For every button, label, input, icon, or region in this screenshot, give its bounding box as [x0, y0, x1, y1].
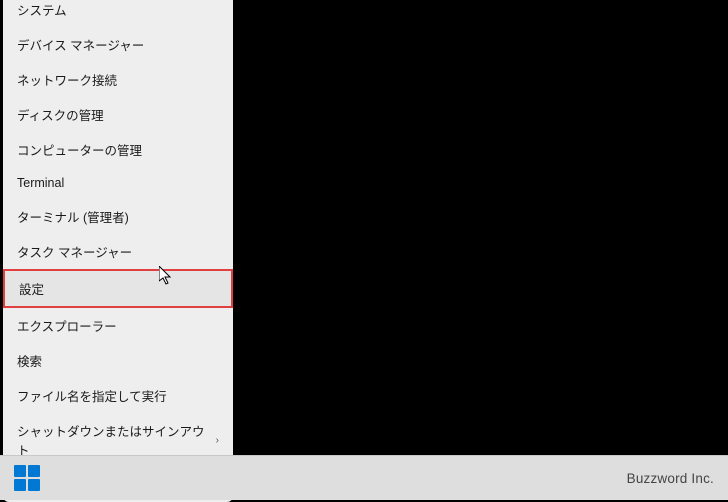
menu-item-disk-management[interactable]: ディスクの管理	[3, 97, 233, 132]
menu-item-device-manager[interactable]: デバイス マネージャー	[3, 27, 233, 62]
menu-item-label: ディスクの管理	[17, 105, 104, 124]
menu-item-run[interactable]: ファイル名を指定して実行	[3, 378, 233, 413]
menu-item-label: ターミナル (管理者)	[17, 207, 129, 226]
menu-item-search[interactable]: 検索	[3, 343, 233, 378]
windows-logo-icon	[14, 465, 26, 477]
menu-item-explorer[interactable]: エクスプローラー	[3, 308, 233, 343]
menu-item-label: エクスプローラー	[17, 316, 117, 335]
menu-item-label: システム	[17, 0, 67, 19]
menu-item-label: Terminal	[17, 176, 64, 190]
menu-item-system[interactable]: システム	[3, 0, 233, 27]
menu-item-settings[interactable]: 設定	[3, 269, 233, 308]
menu-item-label: ファイル名を指定して実行	[17, 386, 167, 405]
start-button[interactable]	[14, 465, 40, 491]
windows-logo-icon	[14, 479, 26, 491]
windows-logo-icon	[28, 465, 40, 477]
menu-item-label: タスク マネージャー	[17, 242, 132, 261]
windows-logo-icon	[28, 479, 40, 491]
chevron-right-icon: ›	[216, 435, 219, 446]
menu-item-label: デバイス マネージャー	[17, 35, 144, 54]
attribution-label: Buzzword Inc.	[627, 471, 714, 486]
menu-item-task-manager[interactable]: タスク マネージャー	[3, 234, 233, 269]
menu-item-terminal[interactable]: Terminal	[3, 167, 233, 199]
menu-item-label: シャットダウンまたはサインアウト	[17, 421, 216, 459]
menu-item-label: 設定	[19, 279, 44, 298]
taskbar: Buzzword Inc.	[0, 455, 728, 500]
menu-item-network-connections[interactable]: ネットワーク接続	[3, 62, 233, 97]
menu-item-label: コンピューターの管理	[17, 140, 142, 159]
menu-item-label: 検索	[17, 351, 42, 370]
power-user-menu: システム デバイス マネージャー ネットワーク接続 ディスクの管理 コンピュータ…	[3, 0, 233, 502]
menu-item-terminal-admin[interactable]: ターミナル (管理者)	[3, 199, 233, 234]
menu-item-computer-management[interactable]: コンピューターの管理	[3, 132, 233, 167]
menu-item-label: ネットワーク接続	[17, 70, 117, 89]
